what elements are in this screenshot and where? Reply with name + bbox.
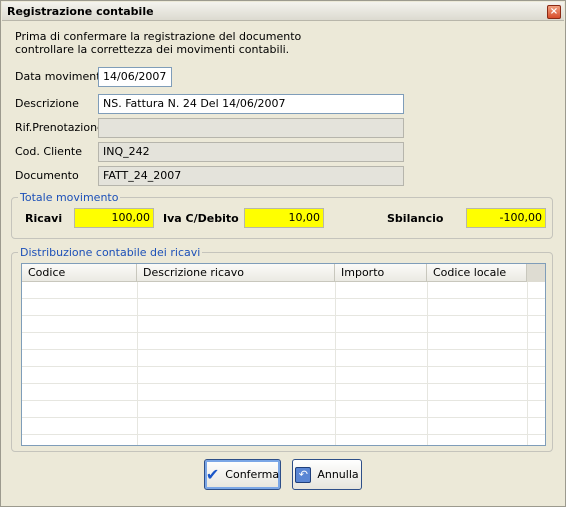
table-row[interactable]: [22, 385, 545, 401]
grid-header: Codice Descrizione ricavo Importo Codice…: [22, 264, 545, 282]
conferma-label: Conferma: [225, 468, 280, 481]
documento-label: Documento: [15, 169, 79, 182]
distribuzione-legend: Distribuzione contabile dei ricavi: [20, 246, 201, 259]
table-row[interactable]: [22, 317, 545, 333]
cod-cliente-label: Cod. Cliente: [15, 145, 82, 158]
data-movimento-field[interactable]: 14/06/2007: [98, 67, 172, 87]
sbilancio-value: -100,00: [466, 208, 546, 228]
table-row[interactable]: [22, 283, 545, 299]
cod-cliente-field[interactable]: INQ_242: [98, 142, 404, 162]
table-row[interactable]: [22, 351, 545, 367]
rif-prenotazione-field[interactable]: [98, 118, 404, 138]
sbilancio-label: Sbilancio: [387, 212, 444, 225]
title-bar: Registrazione contabile ×: [2, 2, 564, 21]
col-header-importo[interactable]: Importo: [335, 264, 427, 282]
table-row[interactable]: [22, 402, 545, 418]
annulla-label: Annulla: [317, 468, 359, 481]
col-header-codice-locale[interactable]: Codice locale: [427, 264, 527, 282]
ricavi-value: 100,00: [74, 208, 154, 228]
ricavi-label: Ricavi: [25, 212, 63, 225]
iva-debito-value: 10,00: [244, 208, 324, 228]
registrazione-window: Registrazione contabile × Prima di confe…: [0, 0, 566, 507]
check-icon: ✔: [205, 464, 220, 484]
totale-movimento-legend: Totale movimento: [20, 191, 119, 204]
table-row[interactable]: [22, 419, 545, 435]
iva-debito-label: Iva C/Debito: [163, 212, 239, 225]
window-title: Registrazione contabile: [7, 5, 154, 18]
ricavi-grid[interactable]: Codice Descrizione ricavo Importo Codice…: [21, 263, 546, 446]
conferma-button[interactable]: ✔ Conferma: [204, 459, 281, 490]
rif-prenotazione-label: Rif.Prenotazione: [15, 121, 104, 134]
close-button[interactable]: ×: [547, 5, 561, 19]
col-header-descrizione[interactable]: Descrizione ricavo: [137, 264, 335, 282]
data-movimento-label: Data movimento: [15, 70, 108, 83]
documento-field[interactable]: FATT_24_2007: [98, 166, 404, 186]
col-header-spacer: [527, 264, 545, 282]
table-row[interactable]: [22, 368, 545, 384]
close-icon: ×: [549, 6, 559, 17]
annulla-button[interactable]: ↶ Annulla: [292, 459, 362, 490]
descrizione-field[interactable]: NS. Fattura N. 24 Del 14/06/2007: [98, 94, 404, 114]
table-row[interactable]: [22, 334, 545, 350]
table-row[interactable]: [22, 300, 545, 316]
intro-text: Prima di confermare la registrazione del…: [15, 30, 302, 56]
col-header-codice[interactable]: Codice: [22, 264, 137, 282]
undo-icon: ↶: [295, 466, 312, 483]
dialog-body: Prima di confermare la registrazione del…: [5, 23, 561, 503]
descrizione-label: Descrizione: [15, 97, 79, 110]
